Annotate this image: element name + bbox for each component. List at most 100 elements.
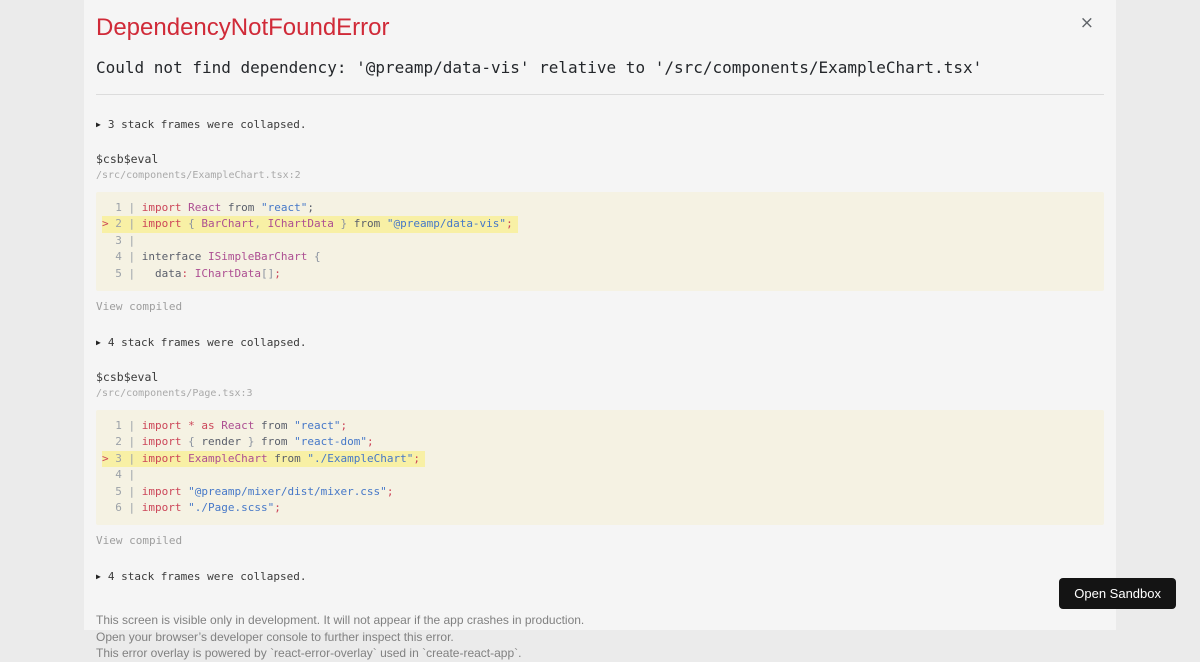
stack-frame: ▶ 3 stack frames were collapsed. $csb$eval… xyxy=(96,118,1104,313)
code-token: ISimpleBarChart xyxy=(207,250,308,264)
code-snippet: 1 | import React from "react"; > 2 | impo… xyxy=(96,192,1104,292)
code-token: as xyxy=(201,419,215,433)
footer-notes: This screen is visible only in developme… xyxy=(96,612,1104,662)
line-number-gutter: 3 | xyxy=(115,233,142,247)
line-number-gutter: > 3 | xyxy=(102,451,142,465)
footer-note-development: This screen is visible only in developme… xyxy=(96,613,585,628)
code-line: 1 | import React from "react"; xyxy=(102,200,1104,216)
code-token: IChartData xyxy=(194,266,261,280)
code-token: { xyxy=(188,217,195,231)
open-sandbox-button[interactable]: Open Sandbox xyxy=(1059,578,1176,609)
highlighted-code-line: > 2 | import { BarChart, IChartData } fr… xyxy=(102,216,518,233)
footer-note-overlay: This error overlay is powered by `react-… xyxy=(96,646,522,661)
code-token: import xyxy=(141,419,182,433)
divider xyxy=(96,94,1104,95)
code-token: React xyxy=(188,201,222,214)
line-number-gutter: 4 | xyxy=(115,250,142,264)
code-line: 5 | import "@preamp/mixer/dist/mixer.css… xyxy=(102,484,1104,500)
code-token: ; xyxy=(274,501,281,515)
code-token: "@preamp/mixer/dist/mixer.css" xyxy=(188,484,387,498)
footer-note-console: Open your browser’s developer console to… xyxy=(96,629,454,644)
line-number-gutter: 6 | xyxy=(115,501,142,515)
code-line: 2 | import { render } from "react-dom"; xyxy=(102,434,1104,450)
code-line: 4 | interface ISimpleBarChart { xyxy=(102,249,1104,265)
code-token: import xyxy=(141,201,182,214)
highlighted-code-line: > 3 | import ExampleChart from "./Exampl… xyxy=(102,450,425,468)
code-token: from xyxy=(347,217,387,231)
code-token: interface xyxy=(141,250,208,264)
frame-function-name: $csb$eval xyxy=(96,152,159,166)
code-token: "react-dom" xyxy=(294,435,367,449)
code-token: , xyxy=(254,217,261,231)
collapsed-frames-label: 4 stack frames were collapsed. xyxy=(107,570,307,584)
error-line-marker: > xyxy=(102,451,116,465)
code-token: from xyxy=(254,419,295,433)
code-token: { xyxy=(313,250,321,264)
line-number-gutter: > 2 | xyxy=(102,217,142,231)
code-token: [] xyxy=(260,266,275,280)
code-token: ; xyxy=(506,217,513,231)
code-token: ; xyxy=(274,266,281,280)
code-token: ; xyxy=(386,484,394,498)
line-number-gutter: 5 | xyxy=(115,266,142,280)
code-line: 4 | xyxy=(102,467,1104,483)
code-line: 1 | import * as React from "react"; xyxy=(102,418,1104,434)
code-token: render xyxy=(194,435,248,449)
code-line: 5 | data: IChartData[]; xyxy=(102,266,1104,282)
code-token: "./Page.scss" xyxy=(188,501,275,515)
code-token: import xyxy=(141,484,182,498)
code-token: IChartData xyxy=(267,217,334,231)
line-number-gutter: 2 | xyxy=(115,435,142,449)
error-overlay-panel: × DependencyNotFoundError Could not find… xyxy=(84,0,1116,660)
view-compiled-link[interactable]: View compiled xyxy=(96,534,1104,547)
code-token: from xyxy=(221,201,261,214)
frame-source-location: /src/components/ExampleChart.tsx:2 xyxy=(96,170,301,181)
code-token: data xyxy=(141,266,182,280)
error-title: DependencyNotFoundError xyxy=(96,14,390,41)
close-icon[interactable]: × xyxy=(1080,15,1094,32)
line-number-gutter: 4 | xyxy=(115,468,142,482)
collapsed-frames-toggle[interactable]: ▶ 4 stack frames were collapsed. xyxy=(96,336,1104,349)
code-token: import xyxy=(141,501,182,515)
code-line: 3 | xyxy=(102,233,1104,249)
collapsed-frames-label: 3 stack frames were collapsed. xyxy=(107,118,307,131)
code-token: ExampleChart xyxy=(188,451,268,465)
code-line: > 2 | import { BarChart, IChartData } fr… xyxy=(102,216,1104,233)
code-token: React xyxy=(221,419,255,433)
code-token: BarChart xyxy=(201,217,255,231)
error-line-marker: > xyxy=(102,217,116,231)
line-number-gutter: 1 | xyxy=(115,419,142,433)
code-token: import xyxy=(141,435,182,449)
collapsed-frames-label: 4 stack frames were collapsed. xyxy=(107,336,307,350)
error-message: Could not find dependency: '@preamp/data… xyxy=(96,58,983,77)
frame-source-location: /src/components/Page.tsx:3 xyxy=(96,388,253,400)
frame-function-name: $csb$eval xyxy=(96,370,159,385)
line-number-gutter: 1 | xyxy=(115,201,142,214)
code-token: "./ExampleChart" xyxy=(307,451,414,465)
line-number-gutter: 5 | xyxy=(115,484,142,498)
collapse-triangle-icon: ▶ xyxy=(96,120,101,129)
view-compiled-link[interactable]: View compiled xyxy=(96,300,1104,313)
code-token: "@preamp/data-vis" xyxy=(386,217,507,231)
code-token: ; xyxy=(340,419,348,433)
code-token: "react" xyxy=(294,419,341,433)
code-token: * xyxy=(188,419,195,433)
collapsed-frames-toggle[interactable]: ▶ 4 stack frames were collapsed. xyxy=(96,570,1104,583)
code-token: from xyxy=(254,435,295,449)
code-token: import xyxy=(141,217,182,231)
stack-frame: ▶ 4 stack frames were collapsed. $csb$eval… xyxy=(96,336,1104,547)
code-token: from xyxy=(267,451,308,465)
error-overlay-page: { "colors": { "page_bg": "#ebebeb", "pan… xyxy=(0,0,1200,660)
code-snippet: 1 | import * as React from "react"; 2 | … xyxy=(96,410,1104,526)
collapse-triangle-icon: ▶ xyxy=(96,338,101,348)
collapsed-frames-toggle[interactable]: ▶ 3 stack frames were collapsed. xyxy=(96,118,1104,131)
stack-frames: ▶ 3 stack frames were collapsed. $csb$eval… xyxy=(96,118,1104,583)
code-token: import xyxy=(141,451,182,465)
collapse-triangle-icon: ▶ xyxy=(96,572,101,582)
code-token: "react" xyxy=(261,201,308,214)
code-token: ; xyxy=(413,451,420,465)
code-token: { xyxy=(188,435,195,449)
